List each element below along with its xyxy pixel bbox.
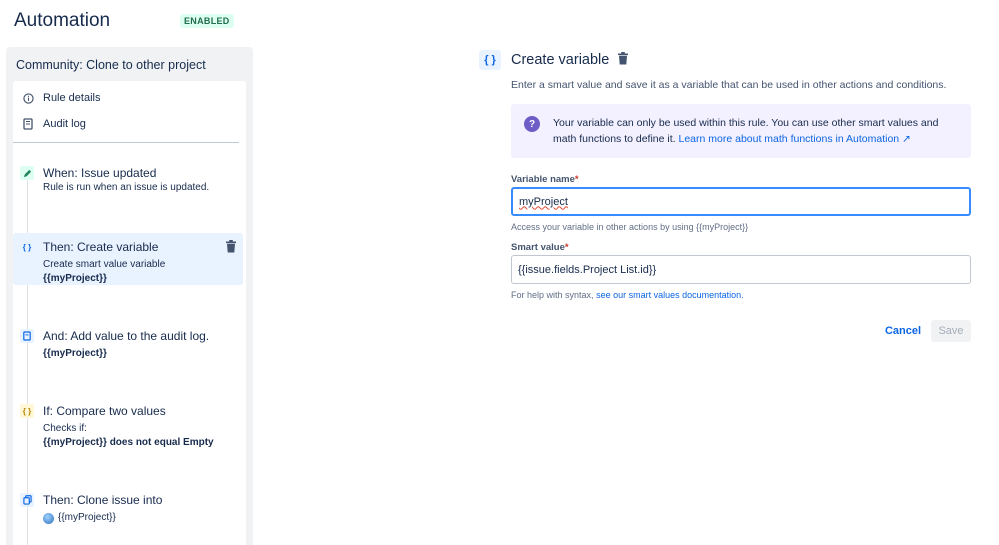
step-description: Checks if: (43, 423, 87, 434)
rule-title: Community: Clone to other project (16, 58, 206, 72)
page-title: Automation (14, 10, 111, 31)
audit-log-label: Audit log (43, 118, 86, 130)
step-title: And: Add value to the audit log. (43, 329, 210, 343)
step-description: Rule is run when an issue is updated. (43, 182, 210, 193)
step-value: {{myProject}} does not equal Empty (43, 437, 214, 448)
rule-step-create-variable[interactable]: { } Then: Create variable Create smart v… (13, 233, 243, 285)
label-text: Variable name (511, 174, 575, 185)
variable-name-input[interactable]: myProject (511, 187, 971, 216)
step-title: Then: Clone issue into (43, 493, 163, 507)
trash-icon[interactable] (225, 240, 237, 258)
input-value: {{issue.fields.Project List.id}} (518, 263, 657, 276)
required-marker: * (564, 242, 569, 253)
smart-value-helper: For help with syntax, see our smart valu… (511, 290, 744, 300)
question-icon: ? (524, 116, 540, 132)
step-description: Create smart value variable (43, 259, 166, 270)
step-title: When: Issue updated (43, 166, 157, 180)
audit-log-icon (20, 329, 34, 343)
status-badge: ENABLED (180, 14, 234, 28)
rule-step-trigger[interactable]: When: Issue updated Rule is run when an … (13, 159, 243, 201)
curly-braces-icon: { } (20, 240, 34, 254)
info-icon (13, 92, 43, 104)
step-title: Then: Create variable (43, 240, 159, 254)
pencil-icon (20, 166, 34, 180)
rule-step-condition[interactable]: { } If: Compare two values Checks if: {{… (13, 397, 243, 456)
audit-log-link[interactable]: Audit log (13, 113, 246, 135)
rule-details-label: Rule details (43, 92, 101, 104)
step-value: {{myProject}} (43, 273, 107, 284)
smart-value-label: Smart value* (511, 242, 569, 253)
info-text-prefix: math functions to define it. (553, 133, 676, 145)
step-value: {{myProject}} (43, 348, 107, 359)
info-panel: ? Your variable can only be used within … (511, 104, 971, 158)
rule-step-clone-issue[interactable]: Then: Clone issue into {{myProject}} (13, 486, 243, 531)
rule-sidebar: Community: Clone to other project Rule d… (6, 47, 253, 545)
step-project: {{myProject}} (43, 511, 243, 525)
curly-braces-icon: { } (479, 50, 501, 70)
rule-step-audit-log[interactable]: And: Add value to the audit log. {{myPro… (13, 322, 243, 367)
step-title: If: Compare two values (43, 404, 166, 418)
project-avatar-icon (43, 512, 54, 524)
trash-icon[interactable] (617, 52, 629, 70)
label-text: Smart value (511, 242, 565, 253)
rule-panel: Rule details Audit log When: Issue updat… (13, 81, 246, 545)
info-text-line2: math functions to define it. Learn more … (553, 133, 911, 145)
curly-braces-icon: { } (20, 404, 34, 418)
smart-values-docs-link[interactable]: see our smart values documentation. (596, 290, 744, 300)
variable-name-label: Variable name* (511, 174, 579, 185)
required-marker: * (574, 174, 579, 185)
math-functions-link[interactable]: Learn more about math functions in Autom… (679, 133, 911, 145)
cancel-button[interactable]: Cancel (880, 320, 926, 342)
component-description: Enter a smart value and save it as a var… (511, 79, 947, 91)
step-value: {{myProject}} (58, 512, 116, 523)
save-button[interactable]: Save (931, 320, 971, 342)
input-value: myProject (519, 195, 568, 208)
helper-prefix: For help with syntax, (511, 290, 594, 300)
divider (13, 142, 239, 143)
info-text: Your variable can only be used within th… (553, 117, 939, 129)
smart-value-input[interactable]: {{issue.fields.Project List.id}} (511, 255, 971, 284)
variable-name-helper: Access your variable in other actions by… (511, 222, 749, 232)
component-title: Create variable (511, 52, 610, 68)
audit-log-icon (13, 118, 43, 130)
rule-details-link[interactable]: Rule details (13, 87, 246, 109)
clone-icon (20, 493, 34, 507)
